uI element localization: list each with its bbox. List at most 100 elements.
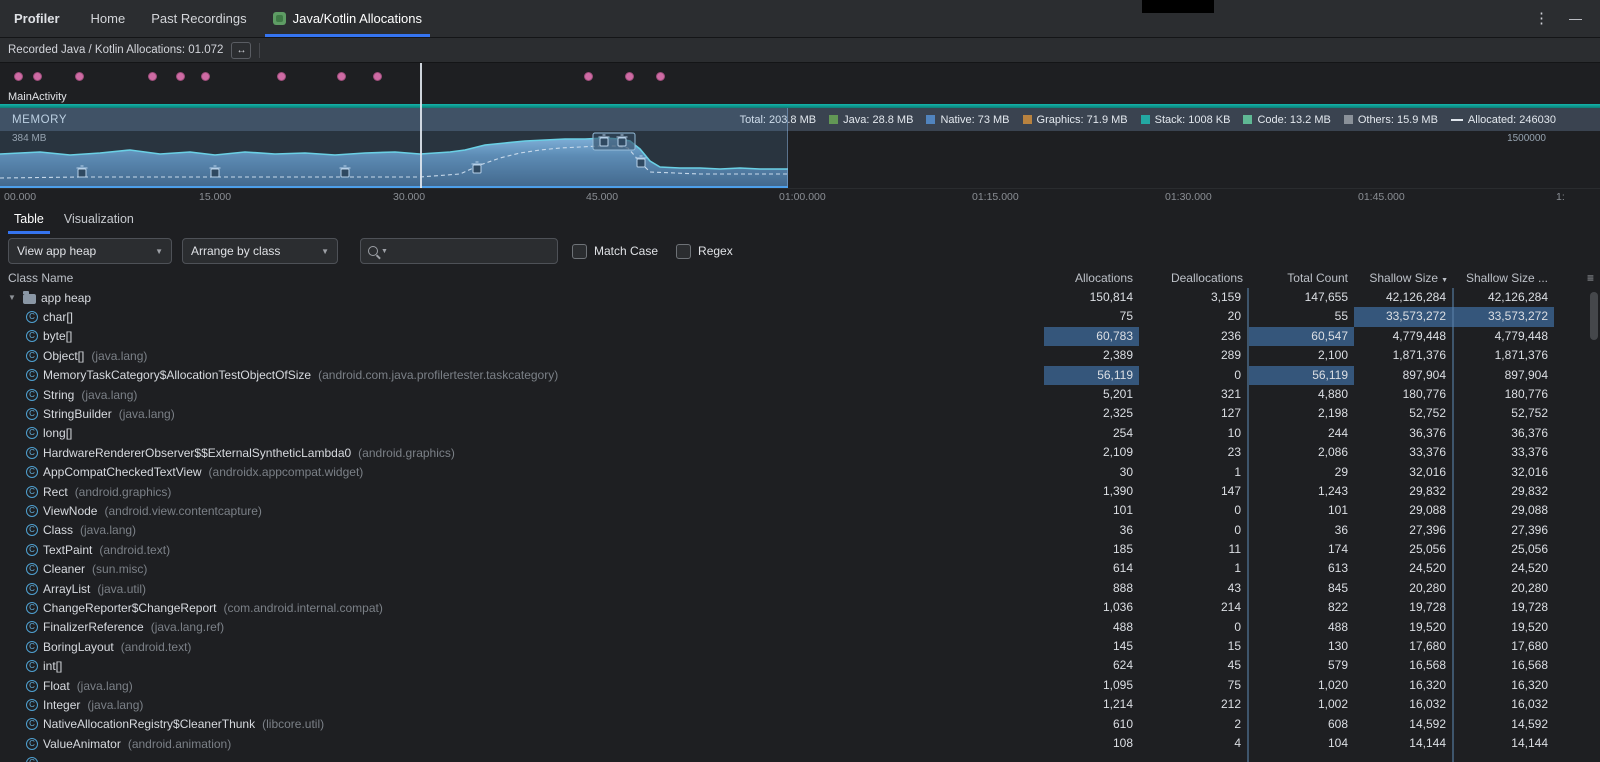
- table-row[interactable]: Rect (android.graphics) 1,390 147 1,243 …: [0, 482, 1600, 501]
- table-row[interactable]: Integer (java.lang) 1,214 212 1,002 16,0…: [0, 695, 1600, 714]
- table-row[interactable]: Cleaner (sun.misc) 614 1 613 24,520 24,5…: [0, 559, 1600, 578]
- search-options-chevron-icon: ▼: [381, 248, 388, 255]
- table-row[interactable]: [0, 753, 1600, 762]
- class-name-cell: Class (java.lang): [0, 521, 1044, 540]
- column-header-total-count[interactable]: Total Count: [1249, 271, 1354, 285]
- more-options-icon[interactable]: ⋮: [1534, 11, 1549, 26]
- allocations-cell: 145: [1044, 637, 1139, 656]
- table-row[interactable]: ViewNode (android.view.contentcapture) 1…: [0, 501, 1600, 520]
- tab-label: Java/Kotlin Allocations: [293, 11, 422, 26]
- legend-item: Code: 13.2 MB: [1243, 114, 1330, 126]
- table-row[interactable]: HardwareRendererObserver$$ExternalSynthe…: [0, 443, 1600, 462]
- table-row[interactable]: int[] 624 45 579 16,568 16,568: [0, 656, 1600, 675]
- deallocations-cell: 20: [1139, 307, 1249, 326]
- selection-bottom-edge[interactable]: [0, 186, 788, 188]
- allocations-tab-icon: [273, 12, 286, 25]
- search-box[interactable]: ▼: [360, 238, 558, 264]
- class-name: ChangeReporter$ChangeReport: [43, 601, 216, 615]
- deallocations-cell: [1139, 753, 1249, 762]
- time-axis-label: 01:45.000: [1358, 191, 1405, 203]
- total-count-cell: 1,243: [1249, 482, 1354, 501]
- legend-swatch-icon: [1023, 115, 1032, 124]
- match-case-checkbox[interactable]: [572, 244, 587, 259]
- vertical-scrollbar[interactable]: [1590, 292, 1598, 340]
- shallow-size-cell: 33,376: [1354, 443, 1454, 462]
- class-name: int[]: [43, 659, 62, 673]
- tab-home[interactable]: Home: [78, 0, 139, 37]
- shallow-size-cell: 32,016: [1354, 463, 1454, 482]
- heap-select[interactable]: View app heap ▼: [8, 238, 172, 264]
- arrange-select[interactable]: Arrange by class ▼: [182, 238, 338, 264]
- gc-trash-icon: [637, 159, 645, 167]
- vtab-label: Table: [14, 212, 44, 226]
- class-name-cell: char[]: [0, 307, 1044, 326]
- time-axis-label: 1:: [1556, 191, 1565, 203]
- table-row[interactable]: ▼ app heap 150,814 3,159 147,655 42,126,…: [0, 288, 1600, 307]
- minimize-icon[interactable]: —: [1569, 12, 1582, 25]
- table-row[interactable]: AppCompatCheckedTextView (androidx.appco…: [0, 463, 1600, 482]
- table-row[interactable]: TextPaint (android.text) 185 11 174 25,0…: [0, 540, 1600, 559]
- tab-table[interactable]: Table: [4, 204, 54, 234]
- class-icon: [26, 427, 38, 439]
- shallow-size-cell: 16,568: [1354, 656, 1454, 675]
- expand-arrow-icon[interactable]: ▼: [8, 293, 18, 302]
- table-row[interactable]: NativeAllocationRegistry$CleanerThunk (l…: [0, 715, 1600, 734]
- search-input[interactable]: [391, 244, 550, 258]
- total-count-cell: 101: [1249, 501, 1354, 520]
- app-title: Profiler: [0, 0, 78, 37]
- allocation-event-dot: [148, 72, 157, 81]
- allocations-cell: 1,095: [1044, 676, 1139, 695]
- table-row[interactable]: Float (java.lang) 1,095 75 1,020 16,320 …: [0, 676, 1600, 695]
- recording-label: Recorded Java / Kotlin Allocations: 01.0…: [8, 44, 223, 56]
- allocations-cell: 2,109: [1044, 443, 1139, 462]
- total-count-cell: 174: [1249, 540, 1354, 559]
- table-row[interactable]: ChangeReporter$ChangeReport (com.android…: [0, 598, 1600, 617]
- package-name: (android.text): [121, 640, 192, 654]
- class-name: ViewNode: [43, 504, 97, 518]
- column-header-shallow-size-2[interactable]: Shallow Size ...: [1454, 271, 1554, 285]
- column-header-shallow-size[interactable]: Shallow Size▼: [1354, 271, 1454, 285]
- table-row[interactable]: long[] 254 10 244 36,376 36,376: [0, 424, 1600, 443]
- table-row[interactable]: ArrayList (java.util) 888 43 845 20,280 …: [0, 579, 1600, 598]
- deallocations-cell: 75: [1139, 676, 1249, 695]
- legend-swatch-icon: [1243, 115, 1252, 124]
- column-header-allocations[interactable]: Allocations: [1044, 271, 1139, 285]
- table-row[interactable]: StringBuilder (java.lang) 2,325 127 2,19…: [0, 404, 1600, 423]
- class-name-cell: ChangeReporter$ChangeReport (com.android…: [0, 598, 1044, 617]
- table-row[interactable]: char[] 75 20 55 33,573,272 33,573,272: [0, 307, 1600, 326]
- memory-chart[interactable]: [0, 131, 1600, 188]
- allocation-event-dot: [33, 72, 42, 81]
- class-name: BoringLayout: [43, 640, 114, 654]
- memory-chart-area[interactable]: 384 MB 1500000: [0, 131, 1600, 188]
- tab-past-recordings[interactable]: Past Recordings: [138, 0, 259, 37]
- allocation-events-track[interactable]: [0, 63, 1600, 91]
- allocations-cell: 101: [1044, 501, 1139, 520]
- column-header-label: Shallow Size: [1369, 271, 1438, 285]
- table-settings-icon[interactable]: ≡: [1554, 271, 1600, 285]
- table-toolbar: View app heap ▼ Arrange by class ▼ ▼ Mat…: [0, 234, 1600, 268]
- window-tab-bar: Profiler Home Past Recordings Java/Kotli…: [0, 0, 1600, 38]
- allocation-event-dot: [75, 72, 84, 81]
- table-row[interactable]: byte[] 60,783 236 60,547 4,779,448 4,779…: [0, 327, 1600, 346]
- class-icon: [26, 699, 38, 711]
- allocations-cell: 254: [1044, 424, 1139, 443]
- package-name: (java.lang): [119, 407, 175, 421]
- column-header-deallocations[interactable]: Deallocations: [1139, 271, 1249, 285]
- zoom-to-fit-icon[interactable]: ↔: [231, 42, 251, 59]
- regex-checkbox[interactable]: [676, 244, 691, 259]
- table-row[interactable]: FinalizerReference (java.lang.ref) 488 0…: [0, 618, 1600, 637]
- tab-visualization[interactable]: Visualization: [54, 204, 144, 234]
- table-row[interactable]: Object[] (java.lang) 2,389 289 2,100 1,8…: [0, 346, 1600, 365]
- shallow-size-2-cell: 14,144: [1454, 734, 1554, 753]
- timeline-playhead[interactable]: [420, 63, 422, 188]
- table-row[interactable]: ValueAnimator (android.animation) 108 4 …: [0, 734, 1600, 753]
- tab-java-kotlin-allocations[interactable]: Java/Kotlin Allocations: [260, 0, 435, 37]
- total-count-cell: 55: [1249, 307, 1354, 326]
- table-row[interactable]: Class (java.lang) 36 0 36 27,396 27,396: [0, 521, 1600, 540]
- table-row[interactable]: MemoryTaskCategory$AllocationTestObjectO…: [0, 366, 1600, 385]
- class-icon: [26, 738, 38, 750]
- allocations-cell: 624: [1044, 656, 1139, 675]
- table-row[interactable]: BoringLayout (android.text) 145 15 130 1…: [0, 637, 1600, 656]
- table-row[interactable]: String (java.lang) 5,201 321 4,880 180,7…: [0, 385, 1600, 404]
- column-header-class-name[interactable]: Class Name: [0, 271, 1044, 285]
